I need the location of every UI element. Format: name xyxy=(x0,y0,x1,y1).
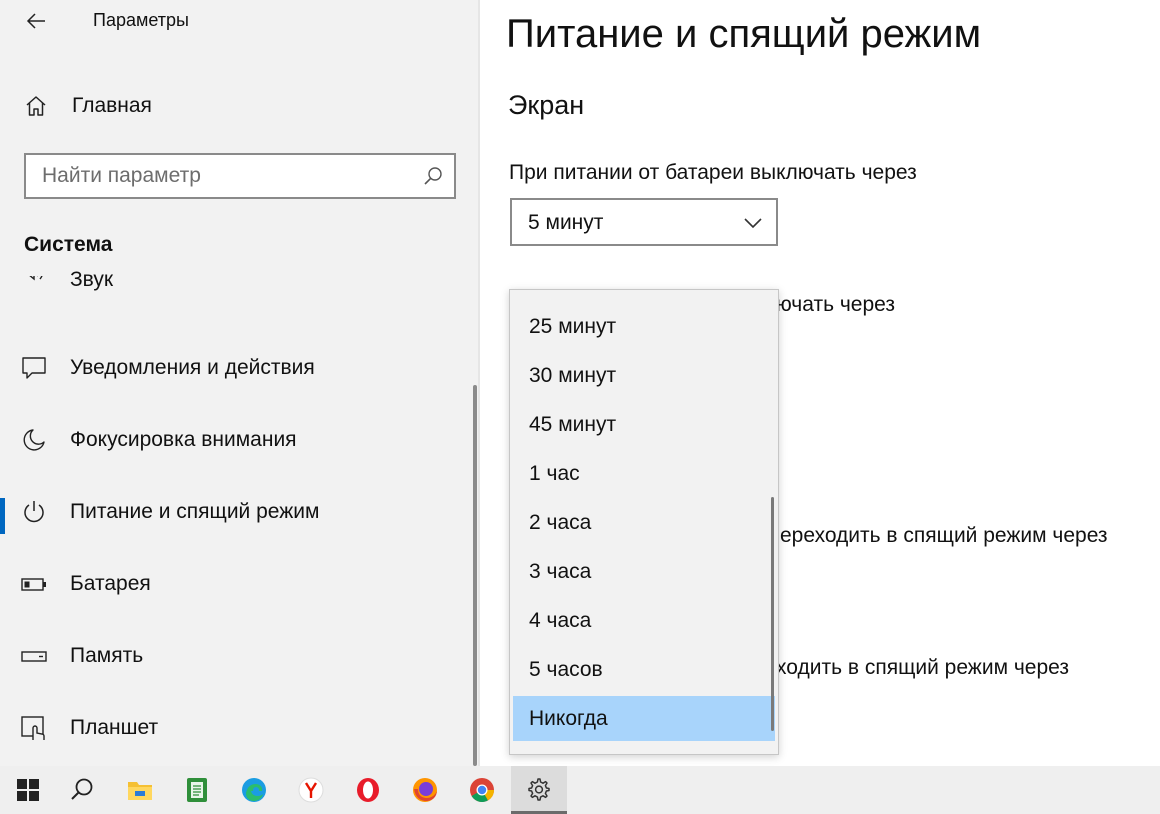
sidebar-item-label: Фокусировка внимания xyxy=(70,428,297,451)
home-icon xyxy=(22,92,50,120)
option-label: 25 минут xyxy=(529,315,617,338)
sidebar-item-label: Уведомления и действия xyxy=(70,356,315,379)
home-label: Главная xyxy=(72,94,152,117)
section-title-system: Система xyxy=(24,233,113,256)
dropdown-option[interactable]: 5 часов xyxy=(513,647,775,692)
taskbar-settings[interactable] xyxy=(511,766,567,814)
taskbar-chrome[interactable] xyxy=(454,766,510,814)
sidebar-item-label: Звук xyxy=(70,268,114,291)
app-title: Параметры xyxy=(93,10,189,30)
sidebar-item-tablet[interactable]: Планшет xyxy=(0,700,470,756)
opera-browser-icon xyxy=(357,778,379,802)
sidebar-item-label: Батарея xyxy=(70,572,151,595)
dropdown-option[interactable]: 3 часа xyxy=(513,549,775,594)
sidebar-nav-list: Звук Уведомления и действия Фокусировка … xyxy=(0,262,470,766)
title-bar: Параметры xyxy=(0,0,478,44)
search-box[interactable] xyxy=(24,153,456,199)
option-label: 3 часа xyxy=(529,560,592,583)
chrome-browser-icon xyxy=(470,778,494,803)
option-label: Никогда xyxy=(529,707,608,730)
search-icon xyxy=(71,778,93,800)
dropdown-option[interactable]: 45 минут xyxy=(513,402,775,447)
edge-browser-icon xyxy=(242,778,266,802)
sidebar-item-sound[interactable]: Звук xyxy=(0,268,470,326)
sidebar-item-home[interactable]: Главная xyxy=(0,82,478,130)
storage-icon xyxy=(20,642,48,670)
taskbar-search-button[interactable] xyxy=(54,766,110,814)
power-icon xyxy=(20,498,48,526)
dropdown-option-selected[interactable]: Никогда xyxy=(513,696,775,741)
battery-screen-off-label: При питании от батареи выключать через xyxy=(509,161,917,184)
dropdown-option[interactable]: 25 минут xyxy=(513,304,775,349)
search-input[interactable] xyxy=(42,163,422,189)
back-arrow-icon xyxy=(26,13,45,29)
dropdown-option[interactable]: 4 часа xyxy=(513,598,775,643)
option-label: 5 часов xyxy=(529,658,603,681)
active-indicator xyxy=(0,498,5,534)
settings-sidebar: Параметры Главная Система Звук xyxy=(0,0,478,766)
tablet-icon xyxy=(20,714,48,742)
moon-icon xyxy=(20,426,48,454)
settings-gear-icon xyxy=(528,778,550,801)
search-icon[interactable] xyxy=(422,165,444,187)
taskbar xyxy=(0,766,1160,814)
sidebar-item-label: Питание и спящий режим xyxy=(70,500,320,523)
chevron-down-icon xyxy=(744,218,762,229)
plugged-screen-off-label: ючать через xyxy=(776,293,895,316)
section-heading-screen: Экран xyxy=(508,90,585,120)
firefox-browser-icon xyxy=(413,778,437,802)
dropdown-scrollbar[interactable] xyxy=(771,497,774,731)
taskbar-notepad[interactable] xyxy=(169,766,225,814)
taskbar-yandex[interactable] xyxy=(283,766,339,814)
content-divider xyxy=(478,0,480,766)
option-label: 4 часа xyxy=(529,609,592,632)
sidebar-item-battery[interactable]: Батарея xyxy=(0,556,470,612)
start-button[interactable] xyxy=(0,766,56,814)
windows-start-icon xyxy=(17,779,39,801)
notepad-icon xyxy=(187,778,207,802)
sidebar-item-label: Планшет xyxy=(70,716,159,739)
taskbar-file-explorer[interactable] xyxy=(112,766,168,814)
taskbar-opera[interactable] xyxy=(340,766,396,814)
notification-icon xyxy=(20,354,48,382)
option-label: 30 минут xyxy=(529,364,617,387)
dropdown-option[interactable]: 1 час xyxy=(513,451,775,496)
battery-icon xyxy=(20,570,48,598)
taskbar-edge[interactable] xyxy=(226,766,282,814)
screen-timeout-options-list[interactable]: 25 минут 30 минут 45 минут 1 час 2 часа … xyxy=(509,289,779,755)
option-label: 1 час xyxy=(529,462,580,485)
sidebar-item-notifications[interactable]: Уведомления и действия xyxy=(0,340,470,396)
file-explorer-icon xyxy=(128,782,152,800)
sidebar-scrollbar[interactable] xyxy=(473,385,477,766)
dropdown-option[interactable]: 2 часа xyxy=(513,500,775,545)
page-title: Питание и спящий режим xyxy=(506,12,982,56)
sidebar-item-label: Память xyxy=(70,644,144,667)
back-button[interactable] xyxy=(18,6,54,36)
sidebar-item-storage[interactable]: Память xyxy=(0,628,470,684)
plugged-sleep-label: ходить в спящий режим через xyxy=(776,656,1069,679)
sidebar-item-focus-assist[interactable]: Фокусировка внимания xyxy=(0,412,470,468)
sidebar-item-power-sleep[interactable]: Питание и спящий режим xyxy=(0,484,470,540)
dropdown-selected-value: 5 минут xyxy=(528,211,604,234)
option-label: 45 минут xyxy=(529,413,617,436)
battery-screen-off-dropdown[interactable]: 5 минут xyxy=(510,198,778,246)
dropdown-option[interactable]: 30 минут xyxy=(513,353,775,398)
battery-sleep-label: ереходить в спящий режим через xyxy=(780,524,1108,547)
option-label: 2 часа xyxy=(529,511,592,534)
taskbar-firefox[interactable] xyxy=(397,766,453,814)
speaker-icon xyxy=(20,275,48,303)
yandex-browser-icon xyxy=(298,777,324,803)
